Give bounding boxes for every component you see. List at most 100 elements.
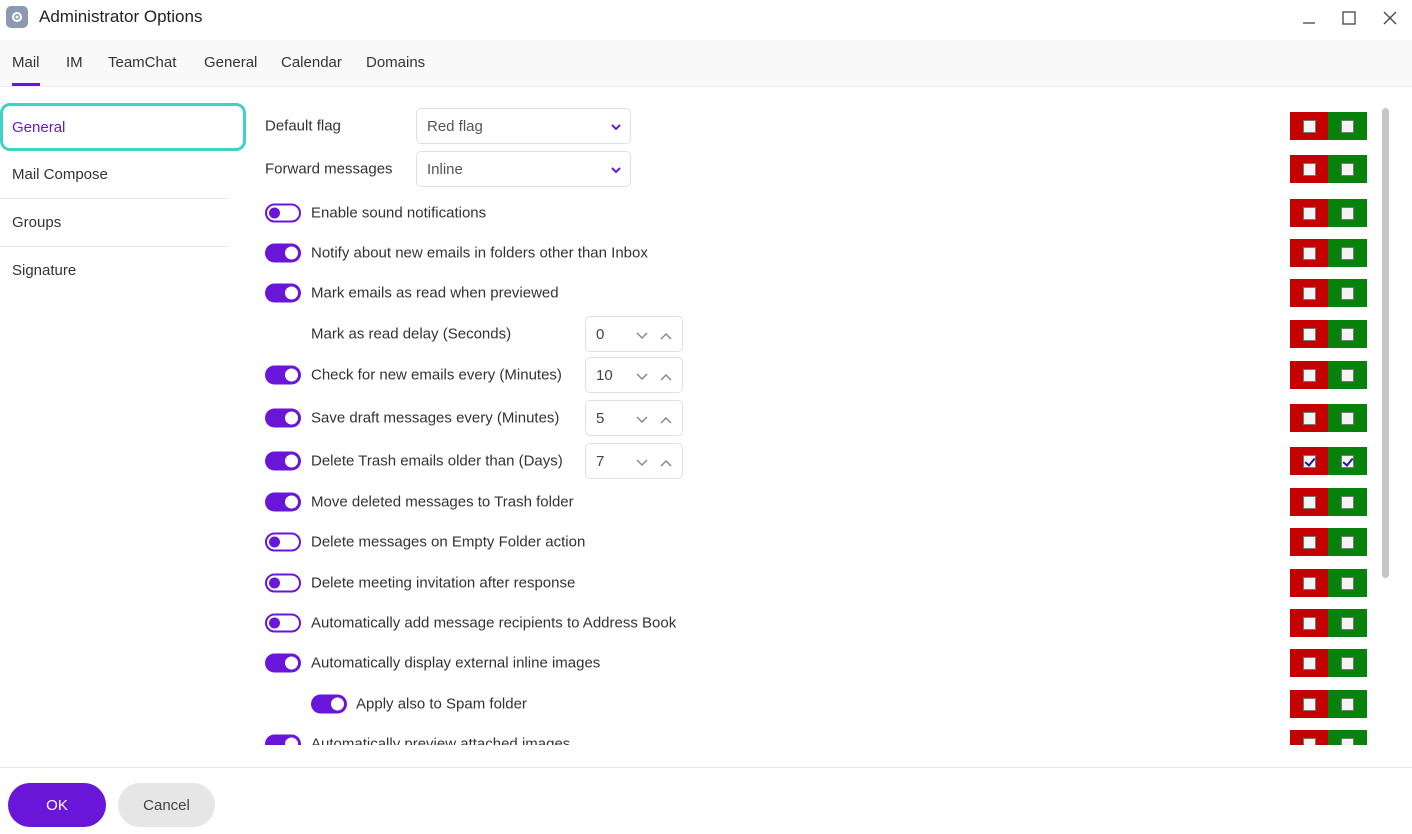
setting-row-forward-messages: Forward messages Inline — [250, 149, 1380, 189]
setting-label: Mark as read delay (Seconds) — [311, 325, 512, 343]
allow-checkbox[interactable] — [1341, 246, 1354, 260]
allow-cell — [1328, 690, 1367, 718]
deny-checkbox[interactable] — [1302, 286, 1316, 300]
check-new-toggle[interactable] — [265, 365, 301, 385]
scrollbar[interactable] — [1382, 108, 1389, 578]
deny-checkbox[interactable] — [1302, 246, 1316, 260]
maximize-button[interactable] — [1337, 8, 1361, 28]
setting-row-preview-attached: Automatically preview attached images — [250, 724, 1380, 745]
sound-toggle[interactable] — [265, 203, 301, 223]
chevron-down-icon — [610, 120, 622, 138]
allow-checkbox[interactable] — [1341, 454, 1354, 468]
auto-add-toggle[interactable] — [265, 613, 301, 633]
chevron-down-icon[interactable] — [636, 413, 648, 431]
sidebar-item-signature[interactable]: Signature — [0, 247, 228, 295]
chevron-up-icon[interactable] — [660, 329, 672, 347]
permission-toggles — [1290, 609, 1367, 637]
save-draft-stepper[interactable]: 5 — [585, 400, 683, 436]
chevron-up-icon[interactable] — [660, 370, 672, 388]
delete-trash-toggle[interactable] — [265, 451, 301, 471]
allow-checkbox[interactable] — [1341, 411, 1354, 425]
default-flag-select[interactable]: Red flag — [416, 108, 631, 144]
tab-domains[interactable]: Domains — [366, 54, 425, 71]
allow-checkbox[interactable] — [1341, 327, 1354, 341]
deny-checkbox[interactable] — [1302, 411, 1316, 425]
deny-checkbox[interactable] — [1302, 616, 1316, 630]
deny-cell — [1290, 528, 1328, 556]
setting-row-mark-delay: Mark as read delay (Seconds) 0 — [250, 314, 1380, 354]
auto-images-toggle[interactable] — [265, 653, 301, 673]
setting-row-spam-folder: Apply also to Spam folder — [250, 684, 1380, 724]
deny-checkbox[interactable] — [1302, 327, 1316, 341]
chevron-down-icon — [610, 163, 622, 181]
allow-checkbox[interactable] — [1341, 206, 1354, 220]
tab-teamchat[interactable]: TeamChat — [108, 54, 176, 71]
stepper-value: 5 — [596, 410, 605, 427]
deny-checkbox[interactable] — [1302, 119, 1316, 133]
chevron-up-icon[interactable] — [660, 456, 672, 474]
allow-checkbox[interactable] — [1341, 535, 1354, 549]
deny-checkbox[interactable] — [1302, 656, 1316, 670]
deny-checkbox[interactable] — [1302, 162, 1316, 176]
deny-checkbox[interactable] — [1302, 535, 1316, 549]
delete-trash-stepper[interactable]: 7 — [585, 443, 683, 479]
chevron-up-icon[interactable] — [660, 413, 672, 431]
deny-checkbox[interactable] — [1302, 206, 1316, 220]
allow-checkbox[interactable] — [1341, 576, 1354, 590]
sidebar-item-label: Signature — [12, 262, 77, 279]
mark-read-toggle[interactable] — [265, 283, 301, 303]
deny-cell — [1290, 155, 1328, 183]
deny-checkbox[interactable] — [1302, 697, 1316, 711]
forward-messages-select[interactable]: Inline — [416, 151, 631, 187]
move-deleted-toggle[interactable] — [265, 492, 301, 512]
sidebar-item-general[interactable]: General — [0, 103, 246, 151]
setting-row-notify-other: Notify about new emails in folders other… — [250, 233, 1380, 273]
check-new-stepper[interactable]: 10 — [585, 357, 683, 393]
deny-checkbox[interactable] — [1302, 737, 1316, 745]
setting-label: Check for new emails every (Minutes) — [311, 366, 562, 384]
deny-checkbox[interactable] — [1302, 576, 1316, 590]
deny-checkbox[interactable] — [1302, 495, 1316, 509]
cancel-button[interactable]: Cancel — [118, 783, 215, 827]
allow-checkbox[interactable] — [1341, 162, 1354, 176]
allow-checkbox[interactable] — [1341, 697, 1354, 711]
tab-im[interactable]: IM — [66, 54, 83, 71]
minimize-button[interactable] — [1297, 8, 1321, 28]
delete-empty-toggle[interactable] — [265, 532, 301, 552]
deny-checkbox[interactable] — [1302, 368, 1316, 382]
tab-general[interactable]: General — [204, 54, 257, 71]
chevron-down-icon[interactable] — [636, 456, 648, 474]
notify-other-toggle[interactable] — [265, 243, 301, 263]
chevron-down-icon[interactable] — [636, 370, 648, 388]
ok-button[interactable]: OK — [8, 783, 106, 827]
deny-cell — [1290, 569, 1328, 597]
deny-cell — [1290, 609, 1328, 637]
allow-checkbox[interactable] — [1341, 119, 1354, 133]
tab-calendar[interactable]: Calendar — [281, 54, 342, 71]
delete-invite-toggle[interactable] — [265, 573, 301, 593]
mark-delay-stepper[interactable]: 0 — [585, 316, 683, 352]
allow-checkbox[interactable] — [1341, 286, 1354, 300]
allow-cell — [1328, 112, 1367, 140]
close-button[interactable] — [1378, 8, 1402, 28]
sidebar-item-groups[interactable]: Groups — [0, 199, 228, 247]
setting-label: Notify about new emails in folders other… — [311, 244, 648, 262]
chevron-down-icon[interactable] — [636, 329, 648, 347]
allow-checkbox[interactable] — [1341, 737, 1354, 745]
allow-checkbox[interactable] — [1341, 368, 1354, 382]
allow-checkbox[interactable] — [1341, 656, 1354, 670]
save-draft-toggle[interactable] — [265, 408, 301, 428]
allow-checkbox[interactable] — [1341, 495, 1354, 509]
setting-row-save-draft: Save draft messages every (Minutes) 5 — [250, 398, 1380, 438]
setting-row-sound: Enable sound notifications — [250, 193, 1380, 233]
spam-folder-toggle[interactable] — [311, 694, 347, 714]
sidebar-item-mail-compose[interactable]: Mail Compose — [0, 151, 228, 199]
preview-attached-toggle[interactable] — [265, 734, 301, 745]
permission-toggles — [1290, 528, 1367, 556]
tab-mail[interactable]: Mail — [12, 54, 40, 86]
settings-panel: Default flag Red flag Forward messages I… — [250, 100, 1380, 745]
allow-cell — [1328, 569, 1367, 597]
deny-checkbox[interactable] — [1302, 454, 1316, 468]
allow-checkbox[interactable] — [1341, 616, 1354, 630]
setting-label: Delete Trash emails older than (Days) — [311, 452, 563, 470]
